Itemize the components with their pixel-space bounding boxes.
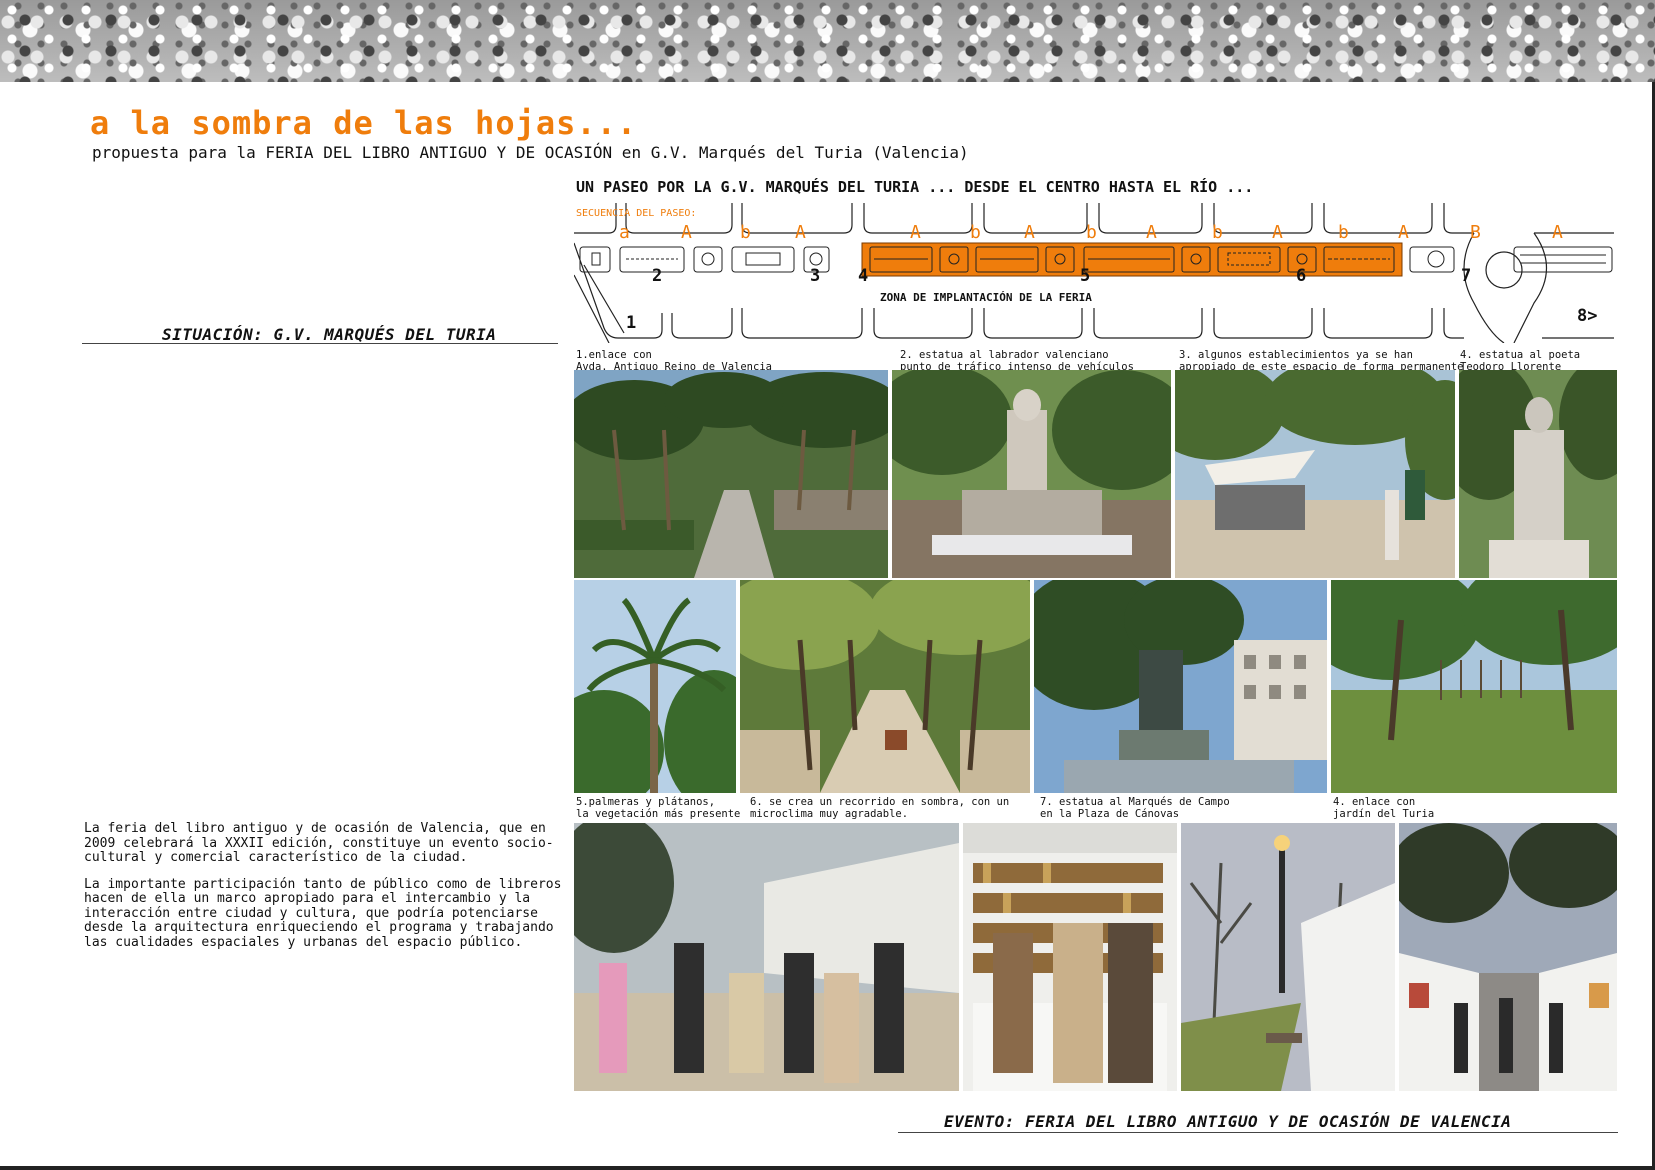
photo-llorente-statue bbox=[1459, 370, 1617, 578]
map-number: 1 bbox=[626, 313, 637, 333]
page-border-bottom bbox=[0, 1166, 1655, 1170]
photo-book-stall bbox=[963, 823, 1177, 1091]
sequence-letter: A bbox=[1552, 222, 1563, 243]
situacion-rule bbox=[82, 343, 558, 344]
sequence-letter: b bbox=[1338, 222, 1349, 243]
caption: 7. estatua al Marqués de Campo en la Pla… bbox=[1040, 796, 1230, 820]
page-title: a la sombra de las hojas... bbox=[90, 104, 638, 142]
sequence-letter: b bbox=[740, 222, 751, 243]
sequence-letter: A bbox=[1146, 222, 1157, 243]
map-number: 3 bbox=[810, 266, 821, 286]
situacion-heading: SITUACIÓN: G.V. MARQUÉS DEL TURIA bbox=[162, 325, 497, 344]
sequence-letter: B bbox=[1470, 222, 1481, 243]
photo-marques-campo-statue bbox=[1034, 580, 1327, 793]
photo-labrador-statue bbox=[892, 370, 1171, 578]
zone-label: ZONA DE IMPLANTACIÓN DE LA FERIA bbox=[880, 291, 1092, 304]
map-number: 8> bbox=[1577, 306, 1598, 326]
description-paragraph: La feria del libro antiguo y de ocasión … bbox=[84, 821, 554, 865]
foliage-banner bbox=[0, 0, 1655, 82]
photo-shaded-path bbox=[740, 580, 1030, 793]
caption: 6. se crea un recorrido en sombra, con u… bbox=[750, 796, 1010, 820]
map-number: 6 bbox=[1296, 266, 1307, 286]
description: La feria del libro antiguo y de ocasión … bbox=[84, 821, 564, 962]
caption: 4. enlace con jardín del Turia bbox=[1333, 796, 1435, 820]
sequence-letter: b bbox=[970, 222, 981, 243]
map-number: 5 bbox=[1080, 266, 1091, 286]
sequence-letter: a bbox=[619, 222, 630, 243]
photo-evening-lamp bbox=[1181, 823, 1395, 1091]
sequence-letter: A bbox=[1272, 222, 1283, 243]
evento-rule bbox=[898, 1132, 1618, 1133]
photo-terrace bbox=[1175, 370, 1455, 578]
page-subtitle: propuesta para la FERIA DEL LIBRO ANTIGU… bbox=[92, 143, 969, 162]
caption: 5.palmeras y plátanos, la vegetación más… bbox=[576, 796, 741, 820]
sequence-letter: A bbox=[795, 222, 806, 243]
photo-fair-crowd bbox=[574, 823, 959, 1091]
sequence-letter: A bbox=[1398, 222, 1409, 243]
photo-palm-tree bbox=[574, 580, 736, 793]
sequence-letter: b bbox=[1086, 222, 1097, 243]
evento-heading: EVENTO: FERIA DEL LIBRO ANTIGUO Y DE OCA… bbox=[944, 1112, 1512, 1131]
photo-palm-avenue bbox=[574, 370, 888, 578]
map-number: 7 bbox=[1461, 266, 1472, 286]
sequence-letter: A bbox=[910, 222, 921, 243]
map-number: 2 bbox=[652, 266, 663, 286]
sequence-letter: b bbox=[1212, 222, 1223, 243]
description-paragraph: La importante participación tanto de púb… bbox=[84, 876, 562, 950]
photo-fair-dusk bbox=[1399, 823, 1617, 1091]
map-number: 4 bbox=[858, 266, 869, 286]
sequence-letter: A bbox=[1024, 222, 1035, 243]
paseo-heading: UN PASEO POR LA G.V. MARQUÉS DEL TURIA .… bbox=[576, 178, 1254, 196]
sequence-letter: A bbox=[681, 222, 692, 243]
photo-turia-garden bbox=[1331, 580, 1617, 793]
sequence-label: SECUENCIA DEL PASEO: bbox=[576, 208, 697, 219]
